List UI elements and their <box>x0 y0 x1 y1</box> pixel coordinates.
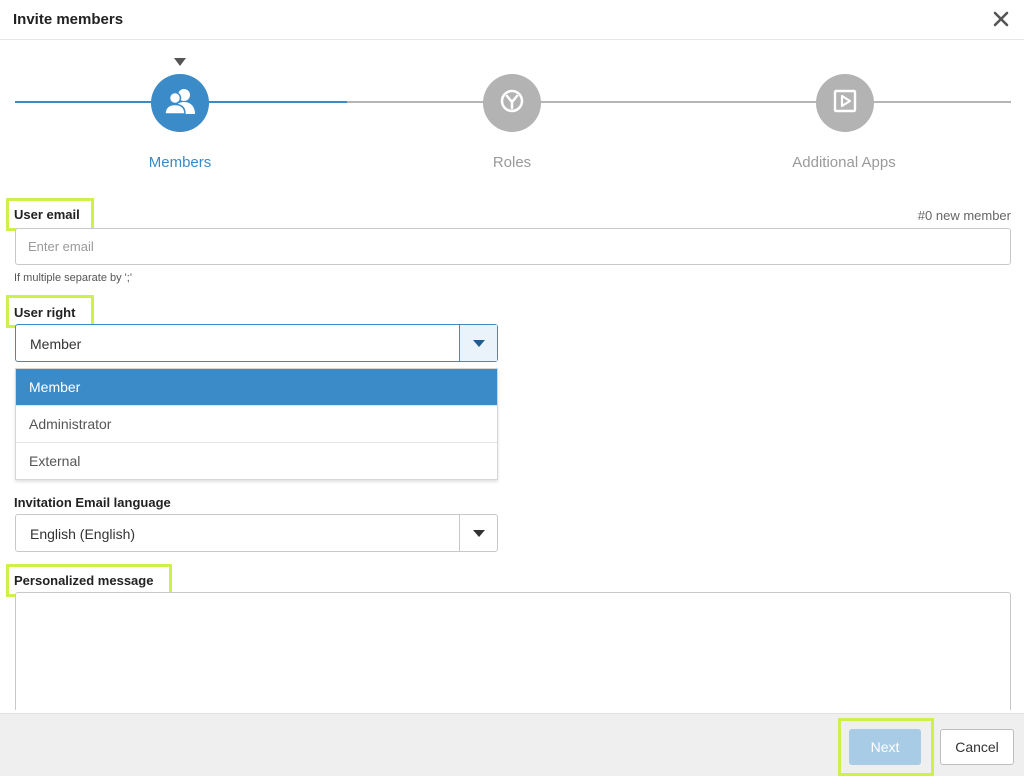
user-right-dropdown-toggle[interactable] <box>459 325 497 361</box>
dialog-footer: Next Cancel <box>0 713 1024 776</box>
option-administrator[interactable]: Administrator <box>16 406 497 443</box>
step-label-roles: Roles <box>492 154 532 171</box>
roles-icon <box>499 88 525 119</box>
option-member[interactable]: Member <box>16 369 497 406</box>
dialog-header: Invite members <box>0 0 1024 40</box>
personalized-message-textarea[interactable] <box>15 592 1011 710</box>
chevron-down-icon <box>472 529 485 537</box>
language-label: Invitation Email language <box>14 495 171 510</box>
user-email-hint: If multiple separate by ';' <box>14 272 132 284</box>
user-email-input[interactable] <box>15 228 1011 265</box>
user-right-options-list: Member Administrator External <box>15 368 498 480</box>
user-right-select[interactable]: Member <box>15 324 498 362</box>
step-label-members: Members <box>148 154 212 171</box>
close-icon[interactable] <box>990 8 1012 30</box>
new-member-counter: #0 new member <box>917 208 1011 223</box>
user-right-label: User right <box>14 305 76 320</box>
cancel-button[interactable]: Cancel <box>940 729 1014 765</box>
stepper-remaining-line <box>347 101 1011 103</box>
step-roles[interactable] <box>483 74 541 132</box>
chevron-down-icon <box>472 339 485 347</box>
dialog-title: Invite members <box>13 11 124 28</box>
invite-members-dialog: Invite members Members Roles Additional … <box>0 0 1024 776</box>
members-icon <box>164 87 196 120</box>
step-members[interactable] <box>151 74 209 132</box>
user-email-label: User email <box>14 207 80 222</box>
option-external[interactable]: External <box>16 443 497 480</box>
user-right-selected-value: Member <box>30 336 82 352</box>
apps-play-icon <box>832 88 858 119</box>
step-label-additional-apps: Additional Apps <box>792 154 896 171</box>
message-label: Personalized message <box>14 573 154 588</box>
language-dropdown-toggle[interactable] <box>459 515 497 551</box>
active-step-pointer <box>174 58 186 66</box>
language-selected-value: English (English) <box>30 526 136 542</box>
next-button[interactable]: Next <box>849 729 921 765</box>
step-additional-apps[interactable] <box>816 74 874 132</box>
language-select[interactable]: English (English) <box>15 514 498 552</box>
